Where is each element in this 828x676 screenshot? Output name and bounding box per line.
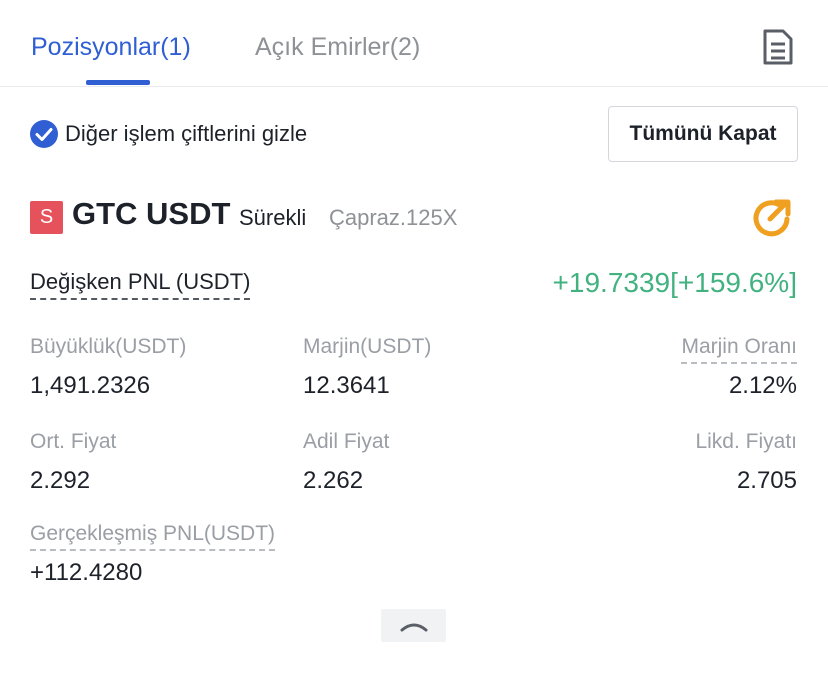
size-value: 1,491.2326 — [30, 372, 151, 399]
hide-other-pairs-label: Diğer işlem çiftlerini gizle — [65, 121, 308, 146]
avg-price-label: Ort. Fiyat — [30, 430, 117, 453]
check-circle-icon[interactable] — [29, 119, 59, 149]
avg-price-value: 2.292 — [30, 467, 91, 494]
collapse-button[interactable] — [381, 609, 446, 642]
positions-panel: Pozisyonlar(1) Açık Emirler(2) Diğer işl… — [0, 0, 828, 676]
mark-price-value: 2.262 — [303, 467, 364, 494]
symbol-title: GTC USDT — [72, 196, 231, 231]
realized-pnl-value: +112.4280 — [30, 559, 143, 586]
margin-label: Marjin(USDT) — [303, 335, 432, 358]
liq-price-value: 2.705 — [736, 467, 797, 494]
margin-value: 12.3641 — [303, 372, 390, 399]
unrealized-pnl-value: +19.7339[+159.6%] — [552, 267, 797, 298]
hide-other-pairs-toggle[interactable]: Diğer işlem çiftlerini gizle — [29, 118, 307, 150]
size-label: Büyüklük(USDT) — [30, 335, 187, 358]
tab-open-orders[interactable]: Açık Emirler(2) — [255, 30, 420, 64]
share-icon[interactable] — [751, 197, 793, 239]
side-badge: S — [30, 201, 63, 234]
tab-bar: Pozisyonlar(1) Açık Emirler(2) — [0, 0, 828, 87]
unrealized-pnl-label[interactable]: Değişken PNL (USDT) — [30, 269, 251, 300]
margin-mode-leverage: Çapraz.125X — [329, 205, 458, 230]
chevron-up-icon — [400, 623, 427, 631]
tab-positions[interactable]: Pozisyonlar(1) — [31, 30, 191, 64]
active-tab-indicator — [86, 80, 150, 85]
close-all-button[interactable]: Tümünü Kapat — [608, 106, 798, 162]
liq-price-label: Likd. Fiyatı — [695, 430, 797, 453]
margin-ratio-label[interactable]: Marjin Oranı — [681, 334, 797, 364]
contract-type: Sürekli — [239, 205, 307, 230]
document-icon[interactable] — [762, 28, 794, 66]
margin-ratio-value: 2.12% — [728, 372, 797, 399]
mark-price-label: Adil Fiyat — [303, 430, 390, 453]
realized-pnl-label[interactable]: Gerçekleşmiş PNL(USDT) — [30, 521, 276, 551]
